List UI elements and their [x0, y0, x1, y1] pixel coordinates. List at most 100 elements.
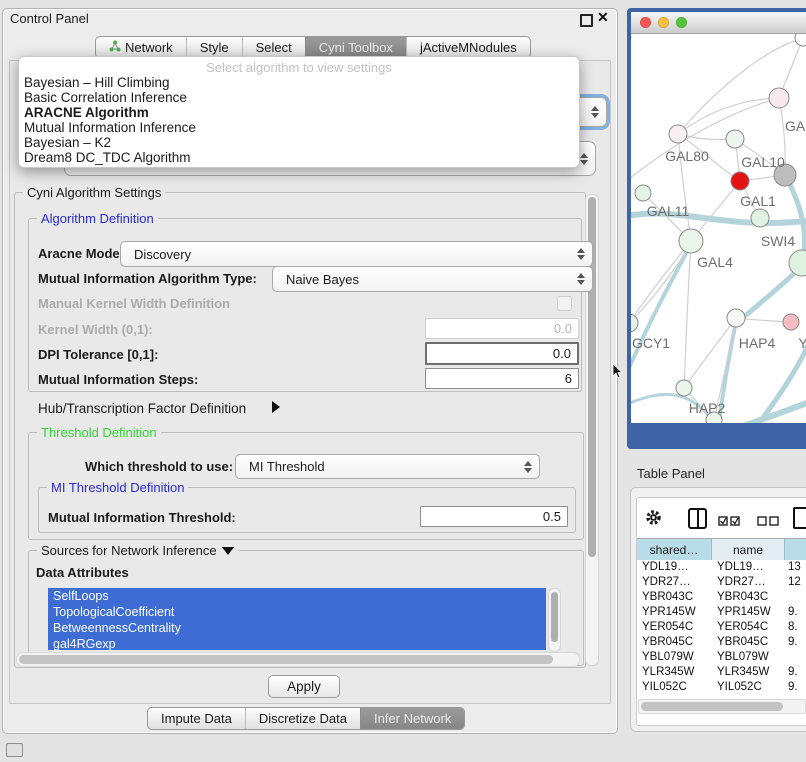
- network-node[interactable]: [631, 314, 638, 332]
- columns-icon[interactable]: [688, 508, 707, 529]
- table-cell[interactable]: YDL19…: [642, 561, 689, 573]
- table-cell[interactable]: 9.: [788, 681, 798, 693]
- popup-item-basic-correlation[interactable]: Basic Correlation Inference: [24, 90, 574, 105]
- table-hscrollbar-thumb[interactable]: [641, 702, 783, 711]
- gear-icon[interactable]: [645, 509, 662, 531]
- window-close-icon[interactable]: [640, 17, 651, 28]
- attributes-list-scrollbar-thumb[interactable]: [551, 592, 558, 642]
- aracne-mode-combo[interactable]: Discovery: [120, 241, 593, 267]
- list-item-gal4rgexp[interactable]: gal4RGexp: [48, 636, 546, 650]
- popup-item-bayesian-hill-climbing[interactable]: Bayesian – Hill Climbing: [24, 75, 574, 90]
- table-cell[interactable]: YDR27…: [717, 576, 766, 588]
- window-zoom-icon[interactable]: [676, 17, 687, 28]
- network-edge[interactable]: [631, 241, 691, 323]
- network-node[interactable]: [789, 250, 806, 276]
- chevron-down-icon[interactable]: [222, 547, 234, 555]
- table-cell[interactable]: 9.: [788, 606, 798, 618]
- tab-discretize-data[interactable]: Discretize Data: [245, 708, 360, 729]
- table-cell[interactable]: YBR043C: [717, 591, 768, 603]
- table-cell[interactable]: YBL079W: [717, 651, 769, 663]
- network-node[interactable]: [783, 314, 799, 330]
- tab-impute-data[interactable]: Impute Data: [148, 708, 245, 729]
- column-header-shared-name[interactable]: shared…: [637, 538, 712, 561]
- table-cell[interactable]: 8.: [788, 621, 798, 633]
- table-cell[interactable]: YIL052C: [642, 681, 687, 693]
- table-cell[interactable]: YPR145W: [717, 606, 771, 618]
- network-edge[interactable]: [684, 241, 691, 388]
- tab-cyni-toolbox[interactable]: Cyni Toolbox: [305, 37, 406, 58]
- table-cell[interactable]: YBR045C: [642, 636, 693, 648]
- table-cell[interactable]: YER054C: [717, 621, 768, 633]
- network-node[interactable]: [795, 34, 806, 46]
- list-item-topologicalcoefficient[interactable]: TopologicalCoefficient: [48, 604, 546, 620]
- which-threshold-combo[interactable]: MI Threshold: [235, 454, 540, 479]
- settings-hscrollbar[interactable]: [16, 652, 580, 667]
- collapsed-panel-icon[interactable]: [6, 743, 23, 757]
- table-cell[interactable]: 12: [788, 576, 801, 588]
- chevron-right-icon[interactable]: [272, 401, 280, 413]
- table-cell[interactable]: YLR345W: [717, 666, 769, 678]
- tab-style[interactable]: Style: [186, 37, 242, 58]
- network-edge[interactable]: [740, 266, 802, 320]
- tab-network[interactable]: Network: [96, 37, 186, 58]
- column-header-name[interactable]: name: [712, 538, 785, 561]
- dpi-tolerance-input[interactable]: 0.0: [425, 342, 579, 365]
- table-cell[interactable]: 9.: [788, 636, 798, 648]
- tab-infer-network[interactable]: Infer Network: [360, 708, 464, 729]
- data-attributes-list[interactable]: SelfLoops TopologicalCoefficient Between…: [48, 588, 546, 650]
- close-panel-icon[interactable]: ✕: [597, 9, 609, 26]
- popup-item-aracne[interactable]: ARACNE Algorithm: [24, 105, 574, 120]
- table-cell[interactable]: YBR045C: [717, 636, 768, 648]
- table-cell[interactable]: 9.: [788, 666, 798, 678]
- network-node[interactable]: [676, 380, 692, 396]
- tab-select[interactable]: Select: [242, 37, 305, 58]
- select-all-checkboxes-icon[interactable]: [718, 513, 741, 531]
- attributes-list-scrollbar[interactable]: [548, 588, 561, 652]
- network-node[interactable]: [726, 130, 744, 148]
- table-cell[interactable]: YBR043C: [642, 591, 693, 603]
- network-node[interactable]: [769, 88, 789, 108]
- kernel-width-input[interactable]: 0.0: [425, 318, 579, 339]
- table-cell[interactable]: 13: [788, 561, 801, 573]
- mi-algorithm-type-combo[interactable]: Naive Bayes: [272, 266, 593, 292]
- network-edge[interactable]: [631, 244, 691, 382]
- list-item-selfloops[interactable]: SelfLoops: [48, 588, 546, 604]
- table-cell[interactable]: YBL079W: [642, 651, 694, 663]
- network-node[interactable]: [635, 185, 651, 201]
- network-edge[interactable]: [631, 98, 779, 184]
- combo-arrows-icon: [577, 248, 585, 260]
- file-icon[interactable]: [793, 507, 806, 529]
- table-cell[interactable]: YIL052C: [717, 681, 762, 693]
- tab-label: Impute Data: [161, 708, 232, 729]
- network-canvas[interactable]: GALGAL80GAL10GAL1GAL11SWI4GAL4GCY1HAP4YH…: [631, 34, 806, 423]
- popup-item-dream8[interactable]: Dream8 DC_TDC Algorithm: [24, 150, 574, 165]
- deselect-all-checkboxes-icon[interactable]: [757, 513, 780, 531]
- mi-threshold-input[interactable]: 0.5: [420, 506, 568, 527]
- table-cell[interactable]: YDR27…: [642, 576, 691, 588]
- float-window-icon[interactable]: [580, 14, 593, 27]
- table-cell[interactable]: YDL19…: [717, 561, 764, 573]
- manual-kernel-width-checkbox[interactable]: [557, 296, 572, 311]
- network-node[interactable]: [727, 309, 745, 327]
- popup-item-bayesian-k2[interactable]: Bayesian – K2: [24, 135, 574, 150]
- table-hscrollbar[interactable]: [638, 699, 806, 714]
- table-cell[interactable]: YPR145W: [642, 606, 696, 618]
- settings-hscrollbar-thumb[interactable]: [19, 655, 553, 664]
- network-node[interactable]: [731, 172, 749, 190]
- tab-jactivemnodules[interactable]: jActiveMNodules: [406, 37, 530, 58]
- window-minimize-icon[interactable]: [658, 17, 669, 28]
- network-edge[interactable]: [631, 244, 691, 323]
- list-item-betweennesscentrality[interactable]: BetweennessCentrality: [48, 620, 546, 636]
- popup-item-mutual-information[interactable]: Mutual Information Inference: [24, 120, 574, 135]
- network-node[interactable]: [669, 125, 687, 143]
- apply-button[interactable]: Apply: [268, 675, 340, 698]
- tab-label: Network: [125, 37, 173, 58]
- network-edge[interactable]: [678, 98, 779, 134]
- table-cell[interactable]: YER054C: [642, 621, 693, 633]
- table-cell[interactable]: YLR345W: [642, 666, 694, 678]
- column-header-partial[interactable]: [785, 538, 806, 561]
- network-node[interactable]: [751, 209, 769, 227]
- mi-steps-input[interactable]: 6: [425, 368, 579, 389]
- network-window-titlebar[interactable]: [631, 12, 806, 34]
- network-node[interactable]: [679, 229, 703, 253]
